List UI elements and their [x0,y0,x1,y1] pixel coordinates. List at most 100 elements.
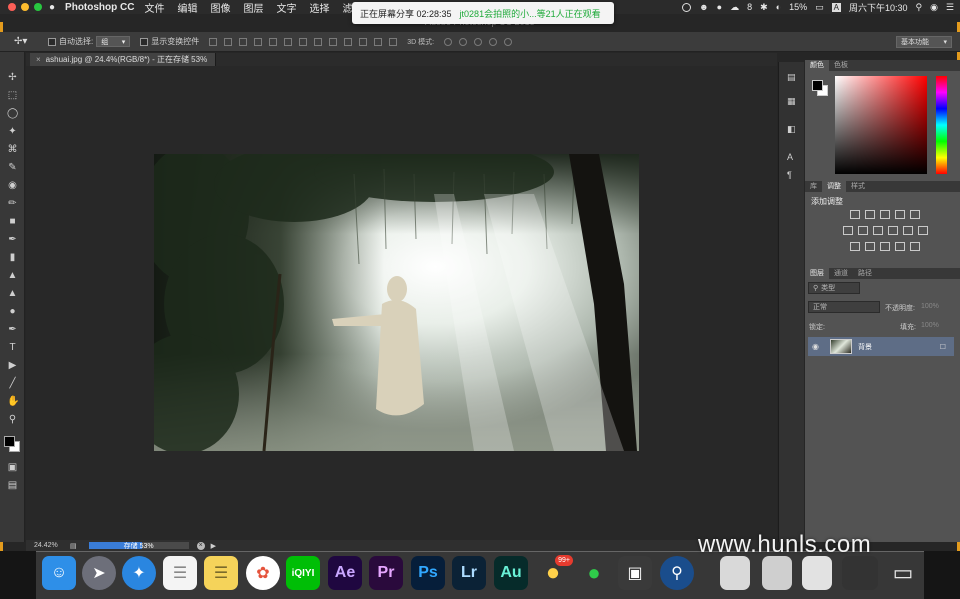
qq-status-icon[interactable]: ☻ [699,2,708,12]
distribute-top-icon[interactable] [299,37,308,46]
line-tool-icon[interactable]: ╱ [7,378,18,389]
tab-channels[interactable]: 通道 [829,268,853,279]
invert-icon[interactable] [850,242,860,251]
eye-icon[interactable]: ◉ [812,342,824,351]
hue-slider[interactable] [936,76,947,174]
drag-3d-icon[interactable] [474,37,483,46]
document-photo[interactable] [154,154,639,451]
siri-icon[interactable]: ◉ [930,2,938,13]
wifi-icon[interactable]: ◐ [776,2,781,12]
black-white-icon[interactable] [872,226,883,235]
recent-document-4[interactable] [842,556,878,590]
move-tool-icon[interactable]: ✢ [7,72,18,83]
app-menu[interactable]: Photoshop CC [65,2,134,13]
blend-mode-dropdown[interactable]: 正常 [808,301,880,313]
stamp-tool-icon[interactable]: ■ [7,216,18,227]
iqiyi-icon[interactable]: iQIYI [286,556,320,590]
recent-document-2[interactable] [762,556,792,590]
notes-icon[interactable]: ☰ [204,556,238,590]
eraser-tool-icon[interactable]: ▮ [7,252,18,263]
cancel-save-icon[interactable]: × [196,541,205,550]
dodge-tool-icon[interactable]: ● [7,306,18,317]
layer-row-background[interactable]: ◉ 背景 ☐ [808,337,954,356]
close-icon[interactable]: × [36,55,41,64]
selective-color-icon[interactable] [895,242,905,251]
input-method[interactable]: A [831,2,841,12]
blur-tool-icon[interactable]: ▲ [7,288,18,299]
quick-mask-icon[interactable]: ▣ [7,462,18,473]
premiere-icon[interactable]: Pr [369,556,403,590]
distribute-vcenter-icon[interactable] [314,37,323,46]
distribute-left-icon[interactable] [344,37,353,46]
rotate-3d-icon[interactable] [444,37,453,46]
curves-icon[interactable] [880,210,890,219]
posterize-icon[interactable] [865,242,875,251]
lasso-tool-icon[interactable]: ◯ [7,108,18,119]
zoom-tool-icon[interactable]: ⚲ [7,414,18,425]
crop-tool-icon[interactable]: ⌘ [7,144,18,155]
bluetooth-icon[interactable]: ✱ [760,2,768,13]
lightroom-icon[interactable]: Lr [452,556,486,590]
app-count-badge[interactable]: 8 [747,2,752,12]
close-window-button[interactable] [8,3,16,11]
photoshop-icon[interactable]: Ps [411,556,445,590]
auto-align-icon[interactable] [389,37,398,46]
zoom-window-button[interactable] [34,3,42,11]
panel-foreground-color[interactable] [812,80,823,91]
distribute-hcenter-icon[interactable] [359,37,368,46]
record-icon[interactable] [682,2,692,12]
audition-icon[interactable]: Au [494,556,528,590]
recent-document-3[interactable] [802,556,832,590]
paragraph-panel-icon[interactable]: ¶ [787,170,797,180]
hue-saturation-icon[interactable] [842,226,853,235]
share-viewers[interactable]: jt0281会拍照的小...等21人正在观看 [460,7,601,20]
photos-icon[interactable]: ✿ [246,556,280,590]
roll-3d-icon[interactable] [459,37,468,46]
finder-icon[interactable]: ☺ [42,556,76,590]
healing-brush-tool-icon[interactable]: ◉ [7,180,18,191]
threshold-icon[interactable] [880,242,890,251]
photo-filter-icon[interactable] [887,226,898,235]
hand-tool-icon[interactable]: ✋ [7,396,19,407]
align-right-icon[interactable] [284,37,293,46]
menu-list-icon[interactable]: ☰ [946,2,954,13]
paint-bucket-tool-icon[interactable]: ▲ [7,270,18,281]
apple-icon[interactable]: ● [49,2,55,13]
auto-select-checkbox[interactable] [48,37,56,46]
properties-panel-icon[interactable]: ▦ [787,96,797,106]
fill-value[interactable]: 100% [921,322,939,329]
quicktime-icon[interactable]: ⚲ [660,556,694,590]
status-menu-arrow-icon[interactable]: ▶ [211,542,216,550]
menu-layer[interactable]: 图层 [243,0,263,15]
safari-icon[interactable]: ✦ [122,556,156,590]
scale-3d-icon[interactable] [504,37,513,46]
battery-label[interactable]: 15% [789,2,807,12]
tab-swatches[interactable]: 色板 [829,60,853,71]
pen-tool-icon[interactable]: ✒ [7,324,18,335]
channel-mixer-icon[interactable] [902,226,913,235]
align-left-icon[interactable] [254,37,263,46]
color-balance-icon[interactable] [857,226,868,235]
eyedropper-tool-icon[interactable]: ✎ [7,162,18,173]
gradient-map-icon[interactable] [910,242,920,251]
history-panel-icon[interactable]: ▤ [787,72,797,82]
brush-presets-panel-icon[interactable]: ◧ [787,124,797,134]
clock[interactable]: 周六下午10:30 [849,1,908,14]
foreground-color-swatch[interactable] [4,436,15,447]
search-icon[interactable]: ⚲ [915,2,922,13]
type-tool-icon[interactable]: T [7,342,18,353]
layer-filter-kind[interactable]: ⚲ 类型 [808,282,860,294]
tab-layers[interactable]: 图层 [805,268,829,279]
tab-adjustments[interactable]: 调整 [822,181,846,192]
after-effects-icon[interactable]: Ae [328,556,362,590]
workspace-switcher[interactable]: 基本功能 ▾ [896,36,952,48]
tab-libraries[interactable]: 库 [805,181,822,192]
export-icon[interactable]: ▤ [70,542,77,550]
menu-select[interactable]: 选择 [309,0,329,15]
align-vcenter-icon[interactable] [224,37,233,46]
align-bottom-icon[interactable] [239,37,248,46]
brush-tool-icon[interactable]: ✏ [7,198,18,209]
distribute-right-icon[interactable] [374,37,383,46]
document-tab[interactable]: × ashuai.jpg @ 24.4%(RGB/8*) - 正在存储 53% [30,53,217,66]
menu-image[interactable]: 图像 [210,0,230,15]
